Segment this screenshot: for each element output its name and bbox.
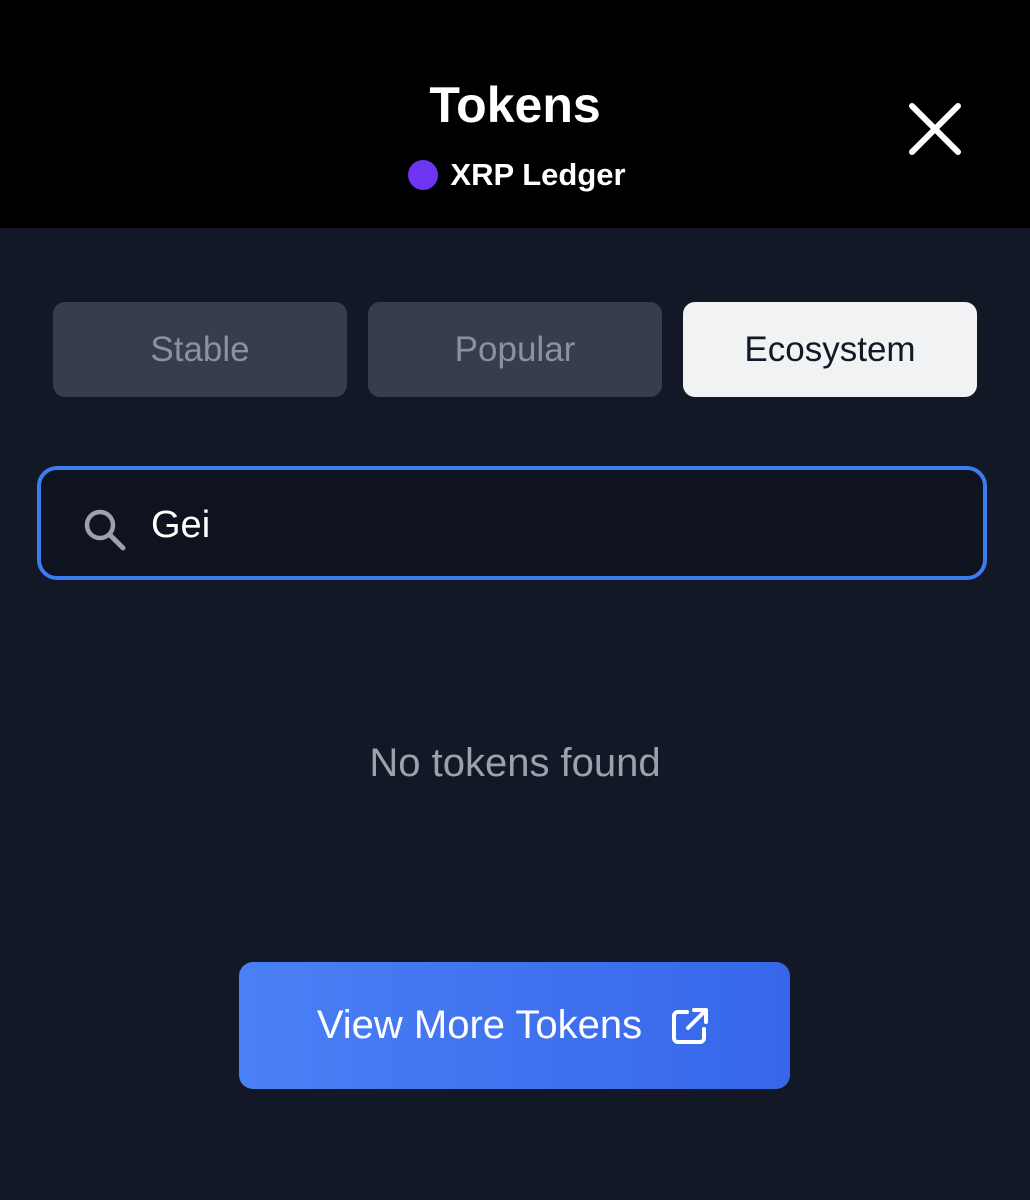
external-link-icon — [672, 1007, 709, 1044]
tab-stable[interactable]: Stable — [53, 302, 347, 397]
search-field — [37, 466, 987, 580]
empty-state-message: No tokens found — [369, 741, 661, 785]
network-dot-icon — [408, 160, 439, 190]
token-selector-screen: Tokens XRP Ledger Stable Popular Ecosyst… — [0, 0, 1030, 1200]
tab-popular[interactable]: Popular — [368, 302, 662, 397]
network-name: XRP Ledger — [450, 157, 626, 192]
view-more-tokens-button[interactable]: View More Tokens — [239, 962, 790, 1089]
view-more-tokens-label: View More Tokens — [316, 1003, 643, 1047]
close-icon — [909, 103, 961, 155]
page-title: Tokens — [429, 77, 601, 133]
search-icon — [84, 509, 126, 551]
network-indicator: XRP Ledger — [0, 152, 1030, 198]
category-tabs: Stable Popular Ecosystem — [53, 302, 977, 397]
tab-ecosystem[interactable]: Ecosystem — [683, 302, 977, 397]
header: Tokens XRP Ledger — [0, 0, 1030, 228]
search-input[interactable] — [151, 490, 951, 560]
close-button[interactable] — [904, 98, 966, 160]
